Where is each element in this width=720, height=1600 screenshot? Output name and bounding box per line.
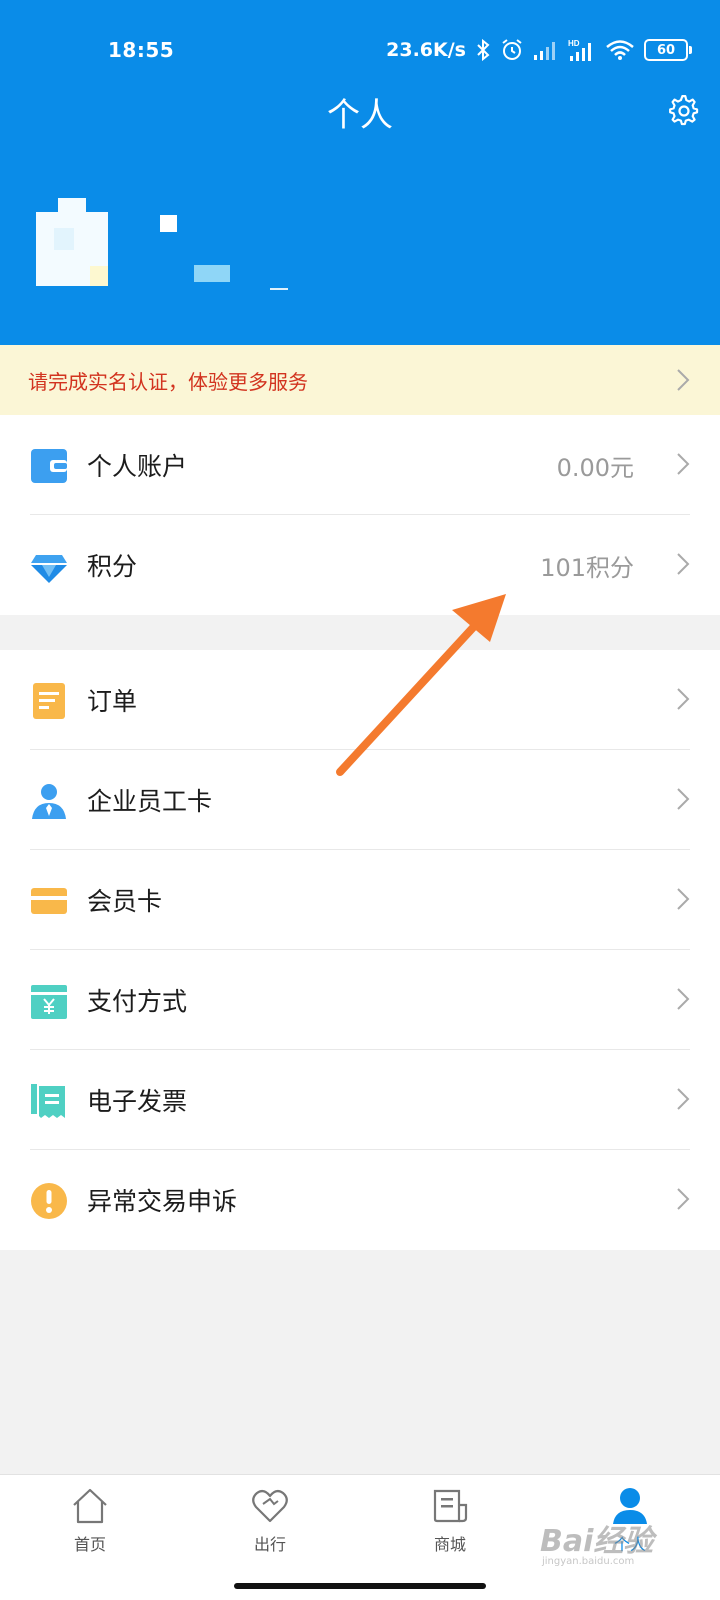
employee-icon — [32, 784, 66, 819]
member-card-icon — [31, 888, 67, 914]
hd-signal-icon: HD — [568, 39, 591, 61]
diamond-icon — [31, 555, 67, 583]
tab-label: 出行 — [253, 1535, 286, 1554]
battery-indicator: 60 — [644, 39, 692, 61]
svg-text:HD: HD — [568, 39, 580, 48]
account-group: 个人账户 0.00元 积分 101积分 — [0, 415, 720, 615]
mall-icon — [433, 1489, 468, 1523]
row-label: 订单 — [87, 687, 138, 716]
tab-mall[interactable]: 商城 — [390, 1487, 510, 1555]
points-value: 101积分 — [540, 553, 634, 582]
signal-icon — [534, 42, 555, 60]
chevron-right-icon — [677, 1188, 690, 1210]
wifi-icon — [606, 40, 634, 60]
notice-text: 请完成实名认证，体验更多服务 — [28, 369, 308, 394]
row-payment-method[interactable]: 支付方式 — [0, 950, 720, 1050]
username-redacted[interactable] — [160, 215, 300, 305]
home-icon — [73, 1488, 107, 1524]
watermark-sub: jingyan.baidu.com — [542, 1556, 635, 1567]
order-icon — [33, 683, 65, 719]
wallet-icon — [31, 449, 67, 483]
invoice-icon — [31, 1084, 65, 1118]
real-name-verify-banner[interactable]: 请完成实名认证，体验更多服务 — [0, 345, 720, 415]
chevron-right-icon — [677, 788, 690, 810]
status-icons: 23.6K/s HD 60 — [386, 36, 692, 64]
row-transaction-appeal[interactable]: 异常交易申诉 — [0, 1150, 720, 1250]
chevron-right-icon — [677, 888, 690, 910]
home-indicator[interactable] — [234, 1583, 486, 1589]
status-time: 18:55 — [108, 38, 175, 62]
profile-header: 18:55 23.6K/s HD 60 个人 — [0, 0, 720, 345]
status-bar: 18:55 23.6K/s HD 60 — [0, 0, 720, 100]
row-label: 会员卡 — [87, 887, 163, 916]
row-label: 异常交易申诉 — [87, 1187, 238, 1216]
annotation-arrow — [336, 594, 506, 776]
row-label: 电子发票 — [87, 1087, 188, 1116]
row-label: 企业员工卡 — [87, 787, 213, 816]
page-title: 个人 — [327, 95, 393, 134]
bluetooth-icon — [477, 38, 490, 62]
avatar[interactable] — [36, 198, 108, 286]
tab-label: 商城 — [433, 1535, 466, 1554]
account-balance: 0.00元 — [556, 453, 634, 482]
tab-label: 首页 — [73, 1535, 106, 1554]
net-speed: 23.6K/s — [386, 39, 466, 61]
chevron-right-icon — [677, 553, 690, 575]
row-member-card[interactable]: 会员卡 — [0, 850, 720, 950]
row-personal-account[interactable]: 个人账户 0.00元 — [0, 415, 720, 515]
payment-icon — [31, 985, 67, 1019]
chevron-right-icon — [677, 453, 690, 475]
chevron-right-icon — [677, 988, 690, 1010]
row-e-invoice[interactable]: 电子发票 — [0, 1050, 720, 1150]
chevron-right-icon — [677, 369, 690, 391]
battery-level: 60 — [656, 42, 676, 58]
chevron-right-icon — [677, 688, 690, 710]
row-label: 个人账户 — [87, 452, 188, 481]
warning-icon — [31, 1183, 67, 1219]
heart-icon — [252, 1489, 288, 1523]
row-label: 支付方式 — [87, 987, 188, 1016]
chevron-right-icon — [677, 1088, 690, 1110]
tab-home[interactable]: 首页 — [30, 1487, 150, 1555]
alarm-icon — [502, 39, 522, 60]
baidu-jingyan-watermark: Bai经验 jingyan.baidu.com — [530, 1506, 680, 1572]
watermark-text: Bai经验 — [540, 1524, 654, 1559]
row-label: 积分 — [87, 552, 138, 581]
gear-icon[interactable] — [668, 95, 700, 127]
tab-travel[interactable]: 出行 — [210, 1487, 330, 1555]
